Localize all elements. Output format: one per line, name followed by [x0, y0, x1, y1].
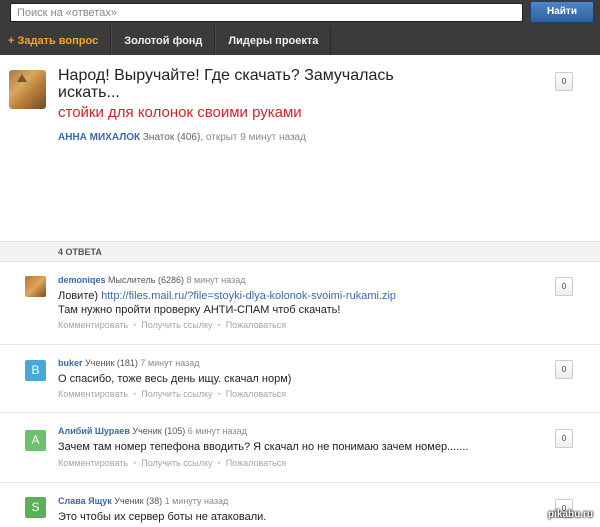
- answer-meta: Слава Ящук Ученик (38) 1 минуту назад: [58, 496, 228, 506]
- answer-meta: demoniqes Мыслитель (6286) 8 минут назад: [58, 275, 246, 285]
- nav-leaders[interactable]: Лидеры проекта: [215, 27, 332, 55]
- report-link[interactable]: Пожаловаться: [226, 458, 286, 468]
- answer-meta: buker Ученик (181) 7 минут назад: [58, 358, 199, 368]
- answer-author-link[interactable]: demoniqes: [58, 275, 106, 285]
- answer-author-link[interactable]: Алибий Шураев: [58, 426, 130, 436]
- answer-time: 7 минут назад: [140, 358, 200, 368]
- get-link-link[interactable]: Получить ссылку: [141, 389, 212, 399]
- answer-text: Это чтобы их сервер боты не атаковали.: [58, 511, 267, 523]
- answer-author-rank: Ученик (105): [132, 426, 186, 436]
- comment-link[interactable]: Комментировать: [58, 458, 128, 468]
- comment-link[interactable]: Комментировать: [58, 389, 128, 399]
- answer-meta: Алибий Шураев Ученик (105) 6 минут назад: [58, 426, 247, 436]
- answer-text: Ловите) http://files.mail.ru/?file=stoyk…: [58, 289, 396, 317]
- top-bar: Поиск на «ответах» Найти + Задать вопрос…: [0, 0, 600, 55]
- answer-text-line2: Там нужно пройти проверку АНТИ-СПАМ чтоб…: [58, 304, 341, 316]
- answer-actions: Комментировать • Получить ссылку • Пожаловат…: [58, 389, 287, 399]
- question-time: открыт 9 минут назад: [205, 132, 306, 143]
- answers-count-header: 4 ОТВЕТА: [0, 241, 600, 262]
- answer-vote-button[interactable]: 0: [555, 360, 573, 379]
- question-author-avatar[interactable]: [9, 70, 46, 109]
- get-link-link[interactable]: Получить ссылку: [141, 458, 212, 468]
- answer-author-link[interactable]: buker: [58, 358, 83, 368]
- answer-text: Зачем там номер тепефона вводить? Я скач…: [58, 441, 469, 453]
- answer-item: S Слава Ящук Ученик (38) 1 минуту назад …: [0, 483, 600, 527]
- ask-question-link[interactable]: + Задать вопрос: [0, 27, 112, 55]
- answer-author-avatar[interactable]: B: [25, 360, 46, 381]
- answer-actions: Комментировать • Получить ссылку • Пожаловат…: [58, 458, 287, 468]
- answer-item: B buker Ученик (181) 7 минут назад О спа…: [0, 345, 600, 413]
- main-nav: + Задать вопрос Золотой фонд Лидеры прое…: [0, 27, 332, 55]
- search-input[interactable]: Поиск на «ответах»: [10, 3, 523, 22]
- site-watermark: pikabu.ru: [548, 509, 594, 520]
- find-button[interactable]: Найти: [530, 1, 594, 23]
- answer-item: demoniqes Мыслитель (6286) 8 минут назад…: [0, 262, 600, 345]
- question-meta: АННА МИХАЛОК Знаток (406), открыт 9 мину…: [58, 132, 306, 143]
- answer-author-link[interactable]: Слава Ящук: [58, 496, 112, 506]
- question-subtitle: стойки для колонок своими руками: [58, 104, 302, 121]
- question-block: Народ! Выручайте! Где скачать? Замучалас…: [0, 55, 600, 240]
- answer-author-avatar[interactable]: S: [25, 497, 46, 518]
- answer-author-avatar[interactable]: [25, 276, 46, 297]
- answer-time: 6 минут назад: [187, 426, 247, 436]
- answer-actions: Комментировать • Получить ссылку • Пожаловат…: [58, 320, 287, 330]
- answer-time: 1 минуту назад: [164, 496, 229, 506]
- answer-time: 8 минут назад: [186, 275, 246, 285]
- nav-gold-fund[interactable]: Золотой фонд: [111, 27, 216, 55]
- answer-vote-button[interactable]: 0: [555, 277, 573, 296]
- question-title: Народ! Выручайте! Где скачать? Замучалас…: [58, 67, 394, 101]
- comment-link[interactable]: Комментировать: [58, 320, 128, 330]
- answer-author-rank: Мыслитель (6286): [108, 275, 184, 285]
- answer-author-rank: Ученик (38): [114, 496, 163, 506]
- get-link-link[interactable]: Получить ссылку: [141, 320, 212, 330]
- answer-text-prefix: Ловите): [58, 290, 99, 302]
- question-author-link[interactable]: АННА МИХАЛОК: [58, 132, 140, 143]
- answer-item: A Алибий Шураев Ученик (105) 6 минут наз…: [0, 413, 600, 483]
- answer-download-link[interactable]: http://files.mail.ru/?file=stoyki-dlya-k…: [101, 290, 396, 302]
- answer-author-rank: Ученик (181): [85, 358, 138, 368]
- report-link[interactable]: Пожаловаться: [226, 389, 286, 399]
- question-author-rank: Знаток (406),: [142, 132, 204, 143]
- report-link[interactable]: Пожаловаться: [226, 320, 286, 330]
- question-vote-button[interactable]: 0: [555, 72, 573, 91]
- answer-author-avatar[interactable]: A: [25, 430, 46, 451]
- answer-text: О спасибо, тоже весь день ищу. скачал но…: [58, 373, 292, 385]
- answer-vote-button[interactable]: 0: [555, 429, 573, 448]
